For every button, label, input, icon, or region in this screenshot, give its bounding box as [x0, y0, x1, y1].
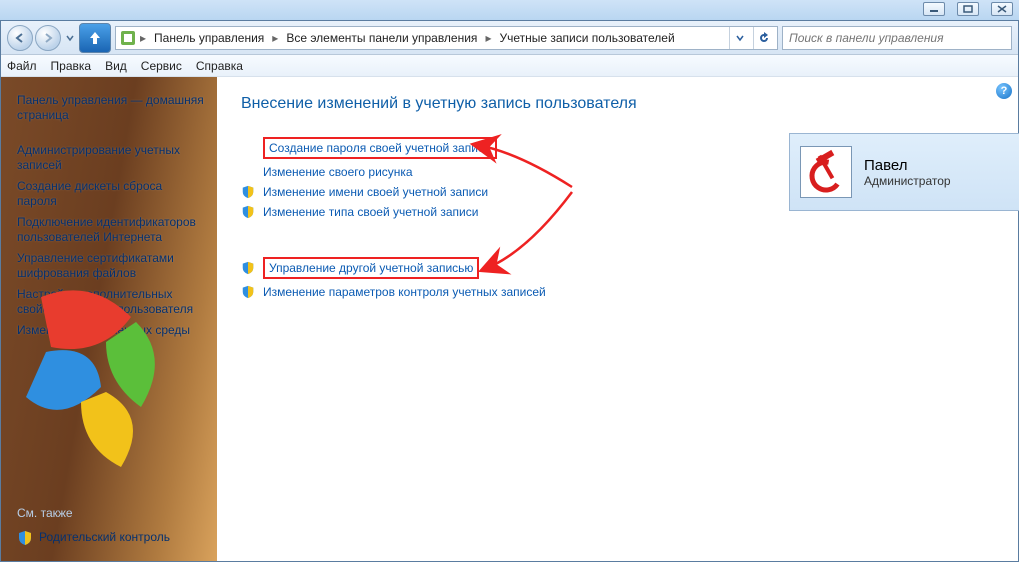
main-pane: ? Внесение изменений в учетную запись по…	[217, 77, 1018, 561]
task-link-text[interactable]: Управление другой учетной записью	[269, 261, 473, 275]
arrow-up-icon	[86, 29, 104, 47]
account-name: Павел	[864, 157, 951, 174]
address-dropdown-button[interactable]	[729, 27, 749, 49]
uac-shield-icon	[241, 205, 255, 219]
nav-up-button[interactable]	[79, 23, 111, 53]
minimize-icon	[929, 5, 939, 13]
explorer-window: ▸ Панель управления ▸ Все элементы панел…	[0, 20, 1019, 562]
sidebar-link[interactable]: Администрирование учетных записей	[17, 143, 205, 173]
account-role: Администратор	[864, 174, 951, 188]
task-manage-other-account[interactable]: Управление другой учетной записью	[241, 257, 571, 279]
menu-edit[interactable]: Правка	[51, 59, 92, 73]
task-link-text[interactable]: Изменение типа своей учетной записи	[263, 205, 478, 219]
sidebar-link[interactable]: Подключение идентификаторов пользователе…	[17, 215, 205, 245]
shield-icon	[17, 530, 33, 546]
sidebar-home-link[interactable]: Панель управления — домашняя страница	[17, 93, 205, 123]
close-icon	[997, 5, 1007, 13]
menu-help[interactable]: Справка	[196, 59, 243, 73]
arrow-left-icon	[14, 32, 26, 44]
control-panel-icon	[120, 30, 136, 46]
task-link-text[interactable]: Изменение параметров контроля учетных за…	[263, 285, 546, 299]
breadcrumb-sep-icon: ▸	[140, 31, 146, 45]
nav-history-dropdown[interactable]	[65, 25, 75, 51]
breadcrumb-sep-icon: ▸	[485, 31, 491, 45]
address-bar[interactable]: ▸ Панель управления ▸ Все элементы панел…	[115, 26, 778, 50]
task-link-text[interactable]: Создание пароля своей учетной записи	[269, 141, 491, 155]
uac-shield-icon	[241, 185, 255, 199]
help-button[interactable]: ?	[996, 83, 1012, 99]
account-meta: Павел Администратор	[864, 157, 951, 188]
sidebar: Панель управления — домашняя страница Ад…	[1, 77, 217, 561]
nav-back-button[interactable]	[7, 25, 33, 51]
window-minimize-button[interactable]	[923, 2, 945, 16]
breadcrumb-item[interactable]: Панель управления	[150, 29, 268, 47]
menu-file[interactable]: Файл	[7, 59, 37, 73]
task-link-text[interactable]: Изменение имени своей учетной записи	[263, 185, 488, 199]
menu-tools[interactable]: Сервис	[141, 59, 182, 73]
avatar	[800, 146, 852, 198]
refresh-icon	[758, 32, 770, 44]
window-close-button[interactable]	[991, 2, 1013, 16]
breadcrumb-item[interactable]: Учетные записи пользователей	[495, 29, 678, 47]
see-also-link[interactable]: Родительский контроль	[39, 530, 170, 545]
sidebar-link[interactable]: Управление сертификатами шифрования файл…	[17, 251, 205, 281]
see-also-heading: См. также	[17, 506, 205, 520]
arrow-right-icon	[42, 32, 54, 44]
desktop-taskbar-strip	[0, 0, 1019, 20]
avatar-hammer-sickle-icon	[802, 148, 850, 196]
breadcrumb-sep-icon: ▸	[272, 31, 278, 45]
search-input[interactable]	[782, 26, 1012, 50]
nav-bar: ▸ Панель управления ▸ Все элементы панел…	[1, 21, 1018, 55]
sidebar-see-also: См. также Родительский контроль	[17, 506, 205, 551]
uac-shield-icon	[241, 285, 255, 299]
sidebar-link[interactable]: Настройка дополнительных свойств профиля…	[17, 287, 205, 317]
maximize-icon	[963, 5, 973, 13]
sidebar-link[interactable]: Изменение переменных среды	[17, 323, 205, 338]
task-change-picture[interactable]: Изменение своего рисунка	[241, 165, 571, 179]
task-change-name[interactable]: Изменение имени своей учетной записи	[241, 185, 571, 199]
chevron-down-icon	[736, 34, 744, 42]
nav-forward-button[interactable]	[35, 25, 61, 51]
menu-view[interactable]: Вид	[105, 59, 127, 73]
window-maximize-button[interactable]	[957, 2, 979, 16]
breadcrumb-item[interactable]: Все элементы панели управления	[282, 29, 481, 47]
sidebar-link[interactable]: Создание дискеты сброса пароля	[17, 179, 205, 209]
task-list: Создание пароля своей учетной записи Изм…	[241, 137, 571, 299]
account-tile[interactable]: Павел Администратор	[789, 133, 1019, 211]
task-change-uac[interactable]: Изменение параметров контроля учетных за…	[241, 285, 571, 299]
task-create-password[interactable]: Создание пароля своей учетной записи	[241, 137, 571, 159]
window-body: Панель управления — домашняя страница Ад…	[1, 77, 1018, 561]
window-buttons	[923, 2, 1013, 16]
task-link-text[interactable]: Изменение своего рисунка	[263, 165, 413, 179]
task-change-type[interactable]: Изменение типа своей учетной записи	[241, 205, 571, 219]
uac-shield-icon	[241, 261, 255, 275]
address-refresh-button[interactable]	[753, 27, 773, 49]
page-title: Внесение изменений в учетную запись поль…	[241, 95, 994, 113]
menu-bar: Файл Правка Вид Сервис Справка	[1, 55, 1018, 77]
